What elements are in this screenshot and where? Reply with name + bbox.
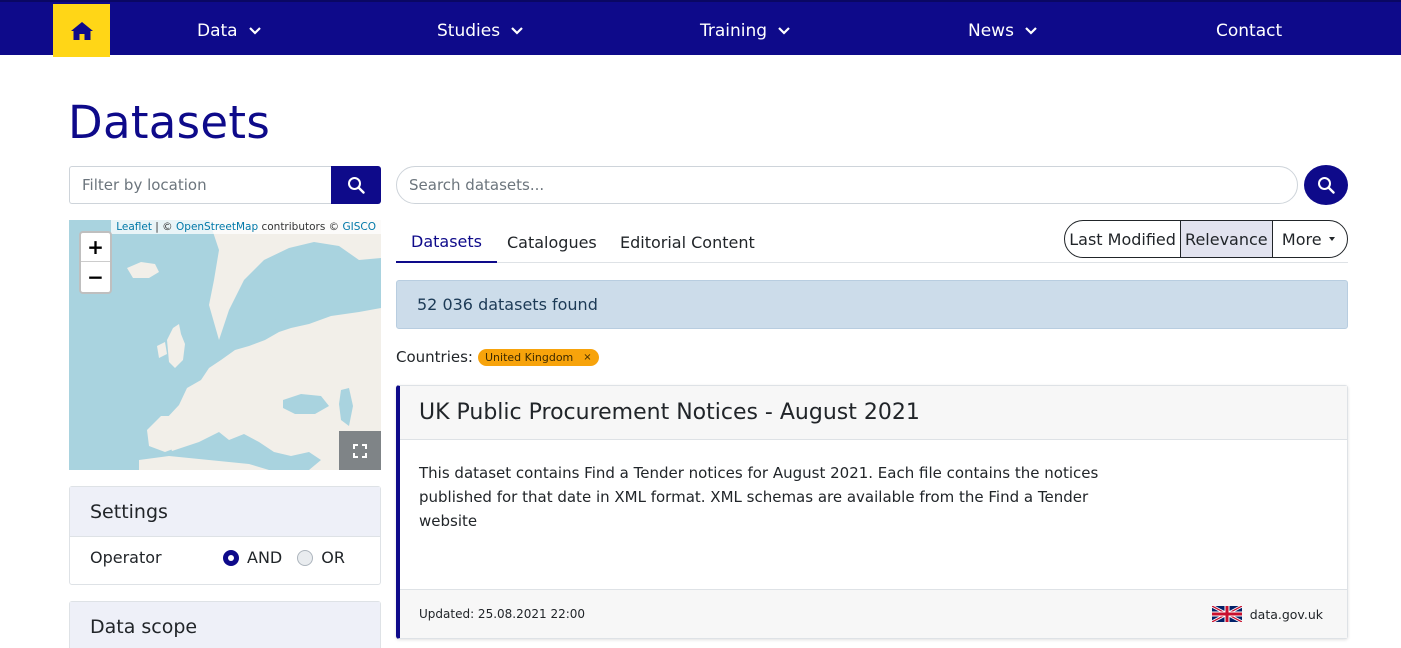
top-nav: Data Studies Training News Contact bbox=[0, 0, 1401, 57]
dataset-title[interactable]: UK Public Procurement Notices - August 2… bbox=[400, 386, 1347, 440]
sort-more-dropdown[interactable]: More bbox=[1273, 221, 1347, 257]
attribution-contributors: contributors © bbox=[258, 221, 343, 233]
fullscreen-icon bbox=[353, 443, 367, 458]
radio-checked-icon bbox=[223, 549, 239, 566]
chevron-down-icon bbox=[511, 26, 523, 35]
sort-relevance-button[interactable]: Relevance bbox=[1181, 221, 1273, 257]
dataset-search-input[interactable] bbox=[396, 166, 1298, 204]
active-country-filters: Countries: United Kingdom × bbox=[396, 348, 599, 366]
country-filter-chip[interactable]: United Kingdom × bbox=[477, 348, 599, 366]
map-attribution: Leaflet | © OpenStreetMap contributors ©… bbox=[111, 220, 381, 234]
search-icon bbox=[348, 177, 365, 194]
dataset-description: This dataset contains Find a Tender noti… bbox=[419, 464, 1099, 530]
operator-or-radio[interactable]: OR bbox=[297, 548, 345, 567]
dataset-search-button[interactable] bbox=[1304, 165, 1348, 205]
tab-editorial-content[interactable]: Editorial Content bbox=[605, 222, 770, 262]
dataset-result-card[interactable]: UK Public Procurement Notices - August 2… bbox=[396, 385, 1348, 639]
uk-flag-icon bbox=[1211, 606, 1242, 622]
chevron-down-icon bbox=[778, 26, 790, 35]
sort-button-group: Last Modified Relevance More bbox=[1064, 220, 1348, 258]
radio-label: AND bbox=[247, 548, 283, 567]
zoom-in-button[interactable]: + bbox=[81, 233, 110, 262]
nav-item-studies[interactable]: Studies bbox=[437, 4, 523, 57]
nav-item-label: News bbox=[968, 20, 1014, 41]
sort-label: Relevance bbox=[1185, 229, 1268, 249]
nav-item-label: Studies bbox=[437, 20, 501, 41]
settings-title: Settings bbox=[70, 487, 380, 537]
nav-item-label: Contact bbox=[1216, 20, 1283, 41]
publisher-label: data.gov.uk bbox=[1249, 606, 1323, 622]
chip-label: United Kingdom bbox=[484, 350, 574, 364]
home-button[interactable] bbox=[53, 4, 110, 57]
caret-down-icon bbox=[1328, 237, 1335, 241]
map-land bbox=[127, 220, 381, 470]
search-icon bbox=[1318, 177, 1335, 194]
tab-catalogues[interactable]: Catalogues bbox=[492, 222, 612, 262]
map-zoom-control: + − bbox=[79, 231, 112, 294]
sort-last-modified-button[interactable]: Last Modified bbox=[1065, 221, 1182, 257]
zoom-out-button[interactable]: − bbox=[81, 262, 110, 291]
nav-item-label: Data bbox=[197, 20, 238, 41]
operator-and-radio[interactable]: AND bbox=[223, 548, 282, 567]
nav-item-contact[interactable]: Contact bbox=[1216, 4, 1282, 57]
settings-card: Settings Operator AND OR bbox=[69, 486, 381, 585]
page-title: Datasets bbox=[68, 96, 271, 149]
radio-label: OR bbox=[321, 548, 345, 567]
location-filter-input[interactable] bbox=[69, 166, 332, 204]
nav-item-label: Training bbox=[700, 20, 768, 41]
location-search-button[interactable] bbox=[331, 166, 381, 204]
chip-remove-icon[interactable]: × bbox=[583, 352, 591, 363]
tab-datasets[interactable]: Datasets bbox=[396, 222, 497, 263]
dataset-footer: Updated: 25.08.2021 22:00 data.gov.uk bbox=[400, 589, 1347, 638]
results-count-alert: 52 036 datasets found bbox=[396, 280, 1348, 329]
chevron-down-icon bbox=[248, 26, 261, 35]
dataset-updated: Updated: 25.08.2021 22:00 bbox=[419, 607, 586, 621]
gisco-link[interactable]: GISCO bbox=[343, 221, 377, 233]
home-icon bbox=[70, 21, 93, 40]
dataset-publisher: data.gov.uk bbox=[1211, 606, 1323, 622]
openstreetmap-link[interactable]: OpenStreetMap bbox=[176, 221, 258, 233]
countries-label: Countries: bbox=[396, 348, 473, 366]
location-map[interactable]: Leaflet | © OpenStreetMap contributors ©… bbox=[69, 220, 381, 470]
nav-item-news[interactable]: News bbox=[968, 4, 1037, 57]
radio-unchecked-icon bbox=[297, 549, 314, 566]
fullscreen-button[interactable] bbox=[339, 431, 381, 470]
leaflet-link[interactable]: Leaflet bbox=[116, 221, 152, 233]
chevron-down-icon bbox=[1025, 26, 1037, 35]
results-count: 52 036 datasets found bbox=[417, 295, 598, 314]
nav-item-training[interactable]: Training bbox=[700, 4, 790, 57]
attribution-separator: | © bbox=[151, 221, 177, 233]
tabs-divider bbox=[396, 262, 1348, 263]
operator-row: Operator AND OR bbox=[90, 548, 360, 567]
nav-item-data[interactable]: Data bbox=[197, 4, 261, 57]
sort-label: Last Modified bbox=[1069, 229, 1176, 249]
sort-label: More bbox=[1281, 229, 1322, 249]
data-scope-card[interactable]: Data scope bbox=[69, 601, 381, 648]
data-scope-title: Data scope bbox=[70, 602, 380, 648]
operator-label: Operator bbox=[90, 548, 162, 567]
